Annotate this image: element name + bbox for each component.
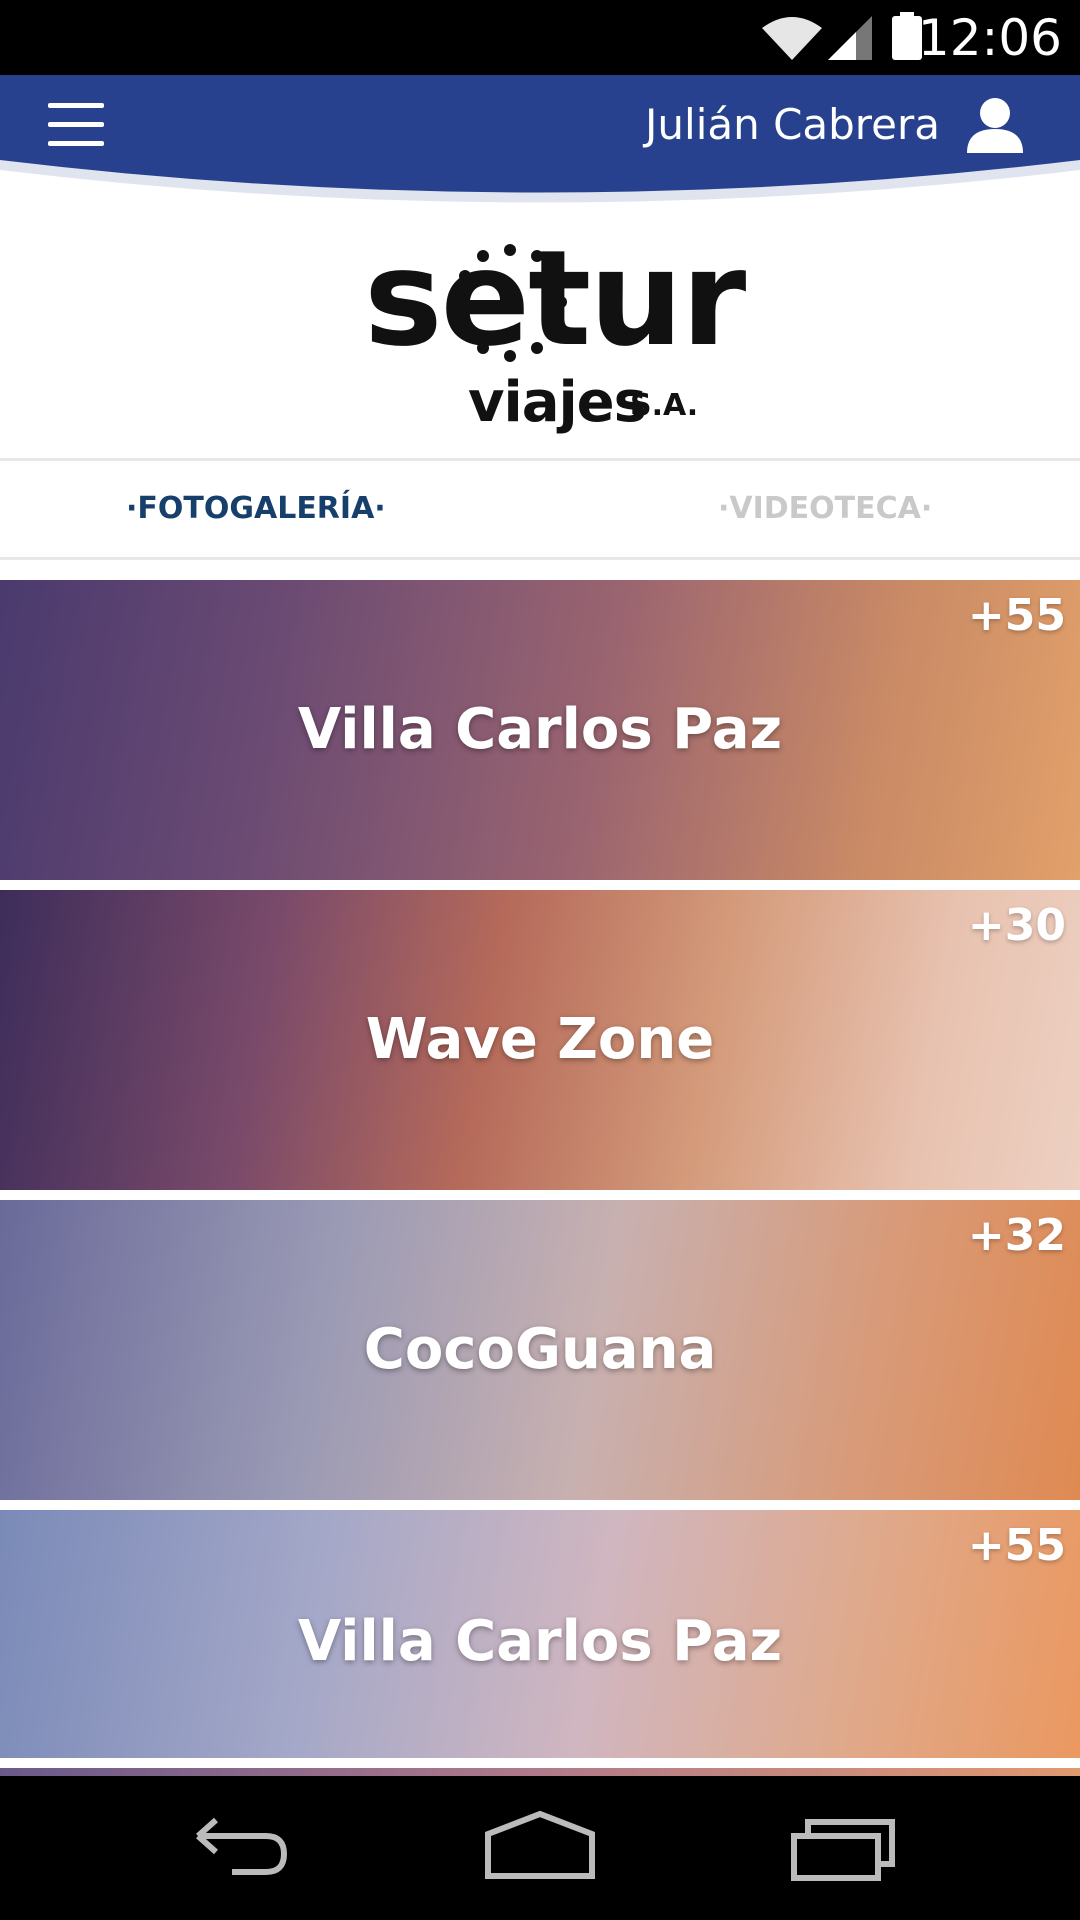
gallery-title: Wave Zone [365, 1007, 715, 1072]
user-name[interactable]: Julián Cabrera [645, 97, 940, 153]
status-icons [762, 12, 922, 60]
app-header: Julián Cabrera [0, 75, 1080, 235]
setur-logo: setur viajes S.A. [350, 224, 746, 443]
tab-bar: ·FOTOGALERÍA· ·VIDEOTECA· [0, 458, 1080, 560]
tab-videoteca[interactable]: ·VIDEOTECA· [718, 461, 932, 557]
tab-fotogaleria[interactable]: ·FOTOGALERÍA· [126, 461, 386, 557]
logo-suffix: S.A. [630, 388, 699, 423]
signal-icon [828, 16, 872, 60]
gallery-title: CocoGuana [363, 1317, 717, 1382]
gallery-item[interactable]: +32 CocoGuana [0, 1200, 1080, 1500]
hamburger-menu-icon[interactable] [48, 103, 104, 147]
status-bar: 12:06 [0, 0, 1080, 75]
photo-count: +55 [967, 590, 1066, 641]
back-icon[interactable] [180, 1806, 300, 1890]
logo-brand: setur [364, 222, 746, 376]
gallery-item[interactable]: +55 Villa Carlos Paz [0, 1510, 1080, 1758]
home-icon[interactable] [480, 1806, 600, 1890]
photo-count: +32 [967, 1210, 1066, 1261]
android-nav-bar [0, 1776, 1080, 1920]
user-icon[interactable] [964, 93, 1026, 155]
recent-apps-icon[interactable] [780, 1806, 900, 1890]
gallery-item-partial [0, 1768, 1080, 1776]
gallery-item[interactable]: +30 Wave Zone [0, 890, 1080, 1190]
photo-count: +30 [967, 900, 1066, 951]
gallery-title: Villa Carlos Paz [297, 1609, 783, 1674]
gallery-title: Villa Carlos Paz [297, 697, 783, 762]
wifi-icon [762, 17, 822, 60]
logo-sub: viajes [468, 370, 647, 435]
photo-count: +55 [967, 1520, 1066, 1571]
gallery-item[interactable]: +55 Villa Carlos Paz [0, 580, 1080, 880]
status-time: 12:06 [917, 9, 1062, 67]
